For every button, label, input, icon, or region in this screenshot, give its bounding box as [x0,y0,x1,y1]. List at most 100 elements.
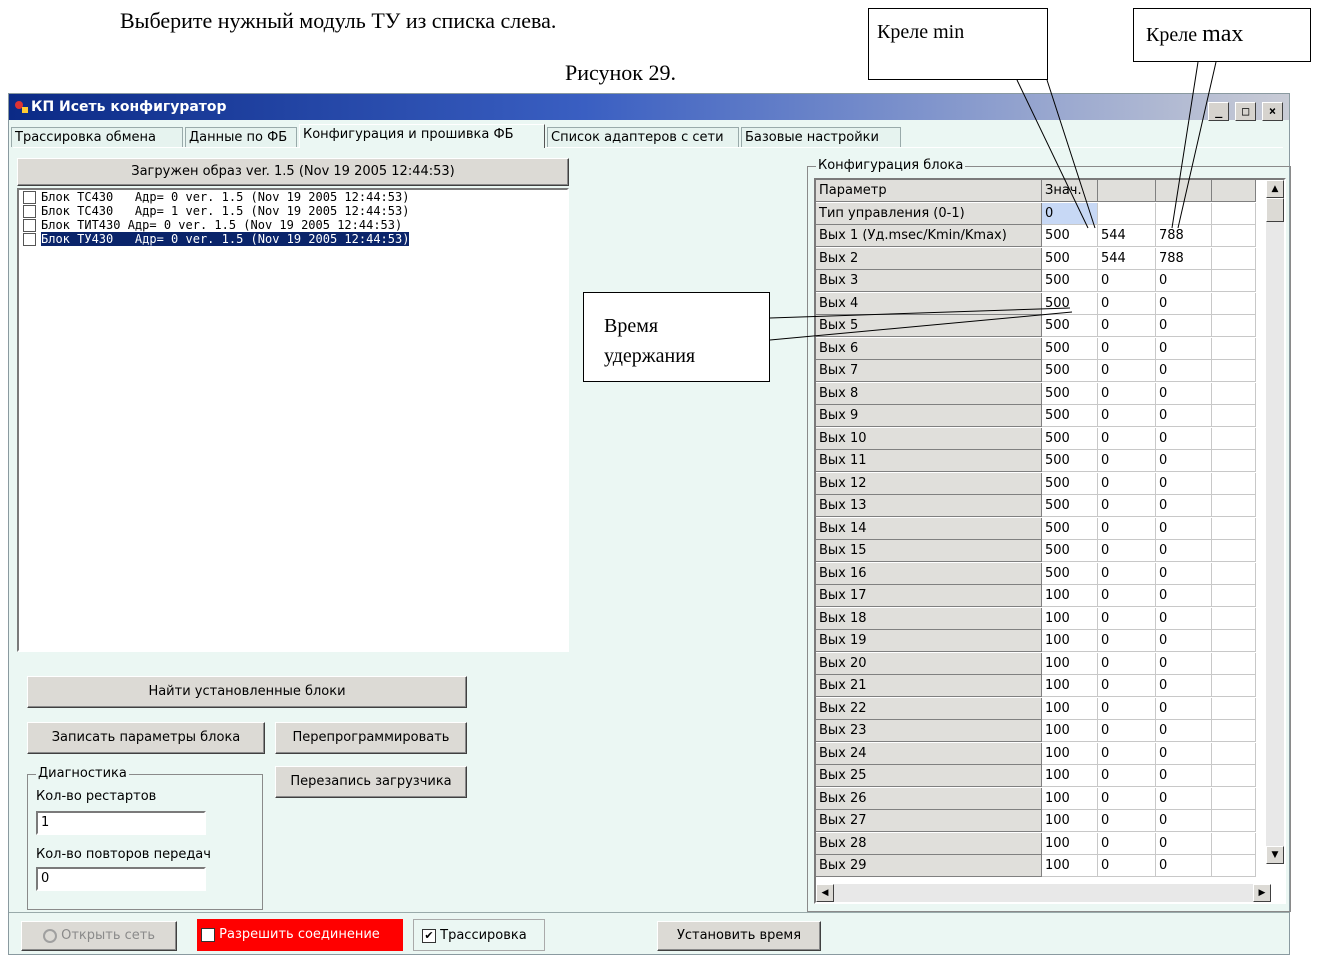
minimize-button[interactable]: _ [1208,102,1230,121]
open-network-button[interactable]: Открыть сеть [21,921,177,951]
value-cell[interactable]: 0 [1098,810,1156,832]
value-cell[interactable]: 0 [1156,450,1212,472]
value-cell[interactable]: 0 [1098,585,1156,607]
list-item[interactable]: Блок ТС430 Адр= 0 ver. 1.5 (Nov 19 2005 … [19,190,567,204]
value-cell[interactable]: 0 [1098,765,1156,787]
title-bar[interactable]: КП Исеть конфигуратор _ □ × [9,94,1289,121]
value-cell[interactable]: 0 [1098,562,1156,585]
allow-connection-checkbox[interactable]: ✔ Разрешить соединение [197,919,403,951]
value-cell[interactable]: 0 [1098,472,1156,495]
value-cell[interactable]: 100 [1042,787,1098,810]
set-time-button[interactable]: Установить время [657,921,821,951]
value-cell[interactable]: 0 [1156,630,1212,652]
value-cell[interactable]: 100 [1042,630,1098,652]
value-cell[interactable]: 500 [1042,472,1098,495]
value-cell[interactable]: 0 [1156,540,1212,562]
restarts-field[interactable]: 1 [36,811,206,835]
value-cell[interactable]: 0 [1098,540,1156,562]
value-cell[interactable]: 500 [1042,247,1098,270]
value-cell[interactable]: 0 [1156,562,1212,585]
value-cell[interactable]: 0 [1098,427,1156,450]
value-cell[interactable]: 0 [1098,405,1156,427]
value-cell[interactable]: 0 [1156,720,1212,742]
close-button[interactable]: × [1262,102,1283,121]
value-cell[interactable] [1212,405,1256,427]
value-cell[interactable]: 0 [1098,697,1156,720]
tab-config-firmware[interactable]: Конфигурация и прошивка ФБ [299,124,545,148]
value-cell[interactable]: 0 [1156,360,1212,382]
value-cell[interactable] [1212,315,1256,337]
value-cell[interactable]: 100 [1042,832,1098,855]
value-cell[interactable]: 544 [1098,247,1156,270]
value-cell[interactable]: 0 [1156,675,1212,697]
value-cell[interactable] [1212,472,1256,495]
value-cell[interactable] [1156,202,1212,225]
value-cell[interactable]: 0 [1098,382,1156,405]
value-cell[interactable]: 100 [1042,652,1098,675]
value-cell[interactable]: 0 [1098,832,1156,855]
value-cell[interactable]: 500 [1042,450,1098,472]
value-cell[interactable]: 100 [1042,855,1098,877]
value-cell[interactable]: 0 [1156,742,1212,765]
value-cell[interactable]: 0 [1156,832,1212,855]
value-cell[interactable]: 500 [1042,495,1098,517]
checkbox[interactable] [23,233,36,246]
reprogram-button[interactable]: Перепрограммировать [275,722,467,754]
checkbox[interactable] [23,205,36,218]
value-cell[interactable]: 544 [1098,225,1156,247]
block-list[interactable]: Блок ТС430 Адр= 0 ver. 1.5 (Nov 19 2005 … [17,188,569,652]
value-cell[interactable]: 0 [1156,585,1212,607]
tab-adapter-list[interactable]: Список адаптеров с сети [547,127,739,147]
value-cell[interactable]: 500 [1042,517,1098,540]
value-cell[interactable]: 0 [1098,607,1156,630]
value-cell[interactable] [1212,855,1256,877]
value-cell[interactable] [1212,540,1256,562]
value-cell[interactable] [1212,810,1256,832]
tab-fb-data[interactable]: Данные по ФБ [185,127,297,147]
value-cell[interactable]: 100 [1042,585,1098,607]
value-cell[interactable]: 100 [1042,720,1098,742]
value-cell[interactable]: 0 [1098,337,1156,360]
value-cell[interactable]: 0 [1098,270,1156,292]
value-cell[interactable] [1212,787,1256,810]
value-cell[interactable]: 0 [1098,292,1156,315]
value-cell[interactable] [1212,652,1256,675]
value-cell[interactable] [1212,765,1256,787]
value-cell[interactable]: 100 [1042,765,1098,787]
value-cell[interactable]: 0 [1156,607,1212,630]
checkbox[interactable] [23,219,36,232]
value-cell[interactable]: 500 [1042,315,1098,337]
value-cell[interactable]: 0 [1156,427,1212,450]
value-cell[interactable]: 500 [1042,337,1098,360]
tab-base-settings[interactable]: Базовые настройки [741,127,901,147]
value-cell[interactable]: 0 [1098,855,1156,877]
retries-field[interactable]: 0 [36,867,206,891]
value-cell[interactable]: 100 [1042,697,1098,720]
value-cell[interactable] [1212,225,1256,247]
value-cell[interactable]: 100 [1042,810,1098,832]
checkbox[interactable] [23,191,36,204]
rewrite-loader-button[interactable]: Перезапись загрузчика [275,766,467,798]
value-cell[interactable] [1212,697,1256,720]
value-cell[interactable] [1212,607,1256,630]
value-cell[interactable]: 0 [1156,315,1212,337]
value-cell[interactable]: 0 [1156,495,1212,517]
value-cell[interactable]: 0 [1098,675,1156,697]
value-cell[interactable]: 0 [1156,382,1212,405]
value-cell[interactable] [1212,517,1256,540]
value-cell[interactable]: 0 [1156,787,1212,810]
value-cell[interactable]: 500 [1042,427,1098,450]
value-cell[interactable]: 0 [1098,450,1156,472]
value-cell[interactable]: 100 [1042,607,1098,630]
value-cell[interactable]: 0 [1098,315,1156,337]
value-cell[interactable]: 0 [1156,855,1212,877]
value-cell[interactable]: 0 [1098,787,1156,810]
value-cell[interactable] [1212,247,1256,270]
value-cell[interactable] [1098,202,1156,225]
value-cell[interactable]: 0 [1156,652,1212,675]
value-cell[interactable]: 500 [1042,562,1098,585]
value-cell[interactable] [1212,630,1256,652]
image-loaded-button[interactable]: Загружен образ ver. 1.5 (Nov 19 2005 12:… [17,158,569,186]
find-blocks-button[interactable]: Найти установленные блоки [27,676,467,708]
value-cell[interactable] [1212,675,1256,697]
